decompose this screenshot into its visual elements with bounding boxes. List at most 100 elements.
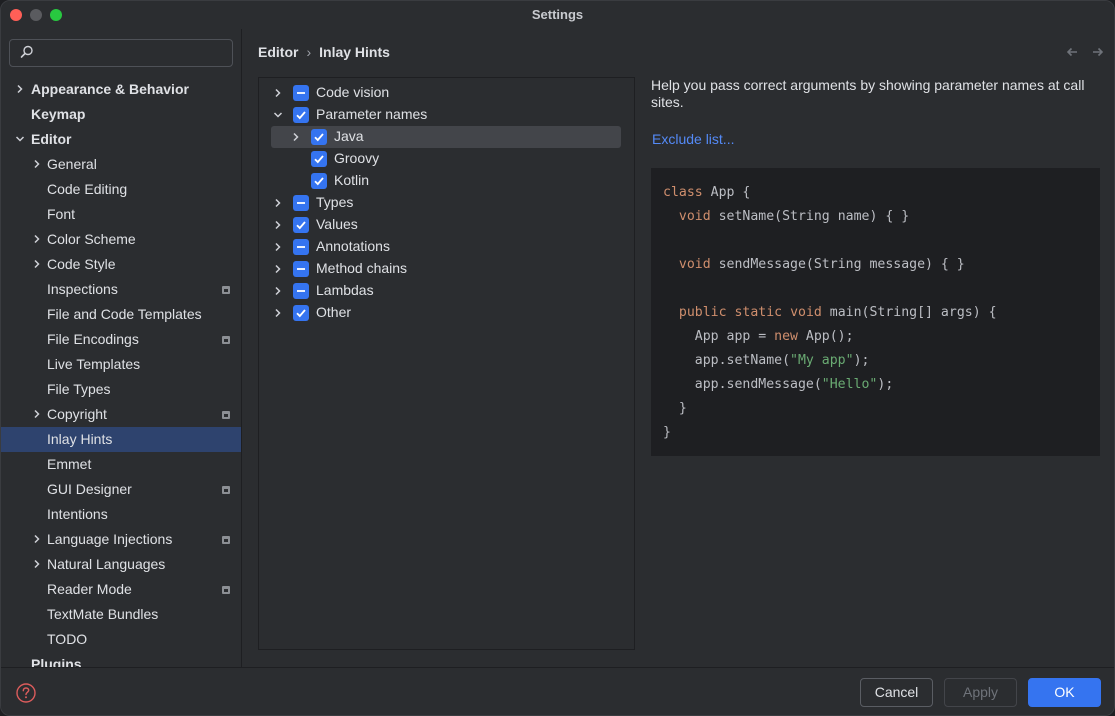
option-label: Lambdas: [316, 282, 374, 298]
sidebar-item-intentions[interactable]: Intentions: [1, 502, 241, 527]
chevron-right-icon[interactable]: [32, 409, 42, 419]
checkbox-partial[interactable]: [293, 85, 309, 101]
chevron-right-icon[interactable]: [273, 264, 283, 274]
sidebar-item-file-types[interactable]: File Types: [1, 377, 241, 402]
checkbox-checked[interactable]: [311, 151, 327, 167]
checkmark-icon: [296, 221, 306, 230]
sidebar-item-gui-designer[interactable]: GUI Designer: [1, 477, 241, 502]
sidebar-item-label: Plugins: [31, 656, 82, 667]
option-label: Code vision: [316, 84, 390, 100]
sidebar-item-plugins[interactable]: Plugins: [1, 652, 241, 667]
sidebar-item-live-templates[interactable]: Live Templates: [1, 352, 241, 377]
option-row-kotlin[interactable]: Kotlin: [259, 170, 634, 192]
sidebar-item-natural-languages[interactable]: Natural Languages: [1, 552, 241, 577]
option-row-values[interactable]: Values: [259, 214, 634, 236]
sidebar-item-label: File Encodings: [47, 331, 139, 347]
hint-description: Help you pass correct arguments by showi…: [651, 77, 1085, 110]
chevron-right-icon[interactable]: [273, 308, 283, 318]
sidebar-item-file-encodings[interactable]: File Encodings: [1, 327, 241, 352]
checkbox-partial[interactable]: [293, 261, 309, 277]
sidebar-item-code-style[interactable]: Code Style: [1, 252, 241, 277]
checkmark-icon: [314, 177, 324, 186]
sidebar-item-code-editing[interactable]: Code Editing: [1, 177, 241, 202]
checkmark-icon: [314, 133, 324, 142]
sidebar-item-todo[interactable]: TODO: [1, 627, 241, 652]
code-preview: class App { void setName(String name) { …: [651, 168, 1100, 456]
sidebar-item-label: TextMate Bundles: [47, 606, 159, 622]
chevron-right-icon[interactable]: [291, 132, 301, 142]
sidebar-item-inlay-hints[interactable]: Inlay Hints: [1, 427, 241, 452]
sidebar-item-language-injections[interactable]: Language Injections: [1, 527, 241, 552]
option-row-code-vision[interactable]: Code vision: [259, 82, 634, 104]
dash-icon: [297, 246, 305, 248]
checkbox-checked[interactable]: [293, 107, 309, 123]
chevron-down-icon[interactable]: [15, 134, 25, 144]
option-row-types[interactable]: Types: [259, 192, 634, 214]
option-row-other[interactable]: Other: [259, 302, 634, 324]
option-row-method-chains[interactable]: Method chains: [259, 258, 634, 280]
sidebar-item-general[interactable]: General: [1, 152, 241, 177]
sidebar-item-color-scheme[interactable]: Color Scheme: [1, 227, 241, 252]
apply-button[interactable]: Apply: [944, 678, 1017, 707]
option-row-annotations[interactable]: Annotations: [259, 236, 634, 258]
sidebar-item-label: File and Code Templates: [47, 306, 202, 322]
back-arrow-icon[interactable]: [1066, 46, 1078, 58]
sidebar-item-label: Copyright: [47, 406, 107, 422]
checkbox-partial[interactable]: [293, 195, 309, 211]
sidebar-item-font[interactable]: Font: [1, 202, 241, 227]
option-label: Parameter names: [316, 106, 428, 122]
sidebar-item-label: General: [47, 156, 97, 172]
chevron-right-icon[interactable]: [273, 220, 283, 230]
sidebar-item-label: Language Injections: [47, 531, 173, 547]
chevron-right-icon[interactable]: [273, 286, 283, 296]
breadcrumb-editor[interactable]: Editor: [258, 44, 298, 60]
checkmark-icon: [296, 309, 306, 318]
chevron-right-icon[interactable]: [32, 159, 42, 169]
option-row-parameter-names[interactable]: Parameter names: [259, 104, 634, 126]
search-input[interactable]: [40, 43, 226, 63]
sidebar-item-inspections[interactable]: Inspections: [1, 277, 241, 302]
cancel-button[interactable]: Cancel: [860, 678, 933, 707]
checkbox-partial[interactable]: [293, 283, 309, 299]
option-row-java[interactable]: Java: [271, 126, 621, 148]
option-label: Kotlin: [334, 172, 370, 188]
checkbox-checked[interactable]: [293, 217, 309, 233]
sidebar-item-label: Editor: [31, 131, 72, 147]
chevron-right-icon[interactable]: [32, 234, 42, 244]
settings-window: Settings Appearance & Behavior Keymap Edit…: [0, 0, 1115, 716]
sidebar-item-textmate-bundles[interactable]: TextMate Bundles: [1, 602, 241, 627]
ok-button[interactable]: OK: [1028, 678, 1101, 707]
checkbox-checked[interactable]: [293, 305, 309, 321]
sidebar-item-keymap[interactable]: Keymap: [1, 102, 241, 127]
sidebar-item-emmet[interactable]: Emmet: [1, 452, 241, 477]
chevron-right-icon[interactable]: [273, 242, 283, 252]
chevron-right-icon[interactable]: [273, 198, 283, 208]
chevron-right-icon[interactable]: [32, 259, 42, 269]
checkmark-icon: [296, 111, 306, 120]
forward-arrow-icon[interactable]: [1092, 46, 1104, 58]
chevron-right-icon[interactable]: [32, 559, 42, 569]
inlay-hints-page: Editor › Inlay Hints Code vision Parameter …: [243, 29, 1114, 667]
sidebar-item-appearance-behavior[interactable]: Appearance & Behavior: [1, 77, 241, 102]
chevron-down-icon[interactable]: [273, 110, 283, 120]
sidebar-item-label: Font: [47, 206, 76, 222]
sidebar-item-editor[interactable]: Editor: [1, 127, 241, 152]
chevron-right-icon[interactable]: [15, 84, 25, 94]
chevron-right-icon[interactable]: [273, 88, 283, 98]
sidebar-item-label: Reader Mode: [47, 581, 132, 597]
exclude-list-link[interactable]: Exclude list...: [652, 131, 734, 147]
sidebar-item-reader-mode[interactable]: Reader Mode: [1, 577, 241, 602]
checkbox-checked[interactable]: [311, 129, 327, 145]
project-level-icon: [222, 486, 230, 494]
option-row-lambdas[interactable]: Lambdas: [259, 280, 634, 302]
chevron-right-icon[interactable]: [32, 534, 42, 544]
sidebar-item-copyright[interactable]: Copyright: [1, 402, 241, 427]
checkbox-partial[interactable]: [293, 239, 309, 255]
option-row-groovy[interactable]: Groovy: [259, 148, 634, 170]
sidebar-item-file-and-code-templates[interactable]: File and Code Templates: [1, 302, 241, 327]
code-line: }: [663, 425, 671, 440]
checkbox-checked[interactable]: [311, 173, 327, 189]
help-icon[interactable]: [16, 683, 36, 703]
settings-search-field[interactable]: [9, 39, 233, 67]
